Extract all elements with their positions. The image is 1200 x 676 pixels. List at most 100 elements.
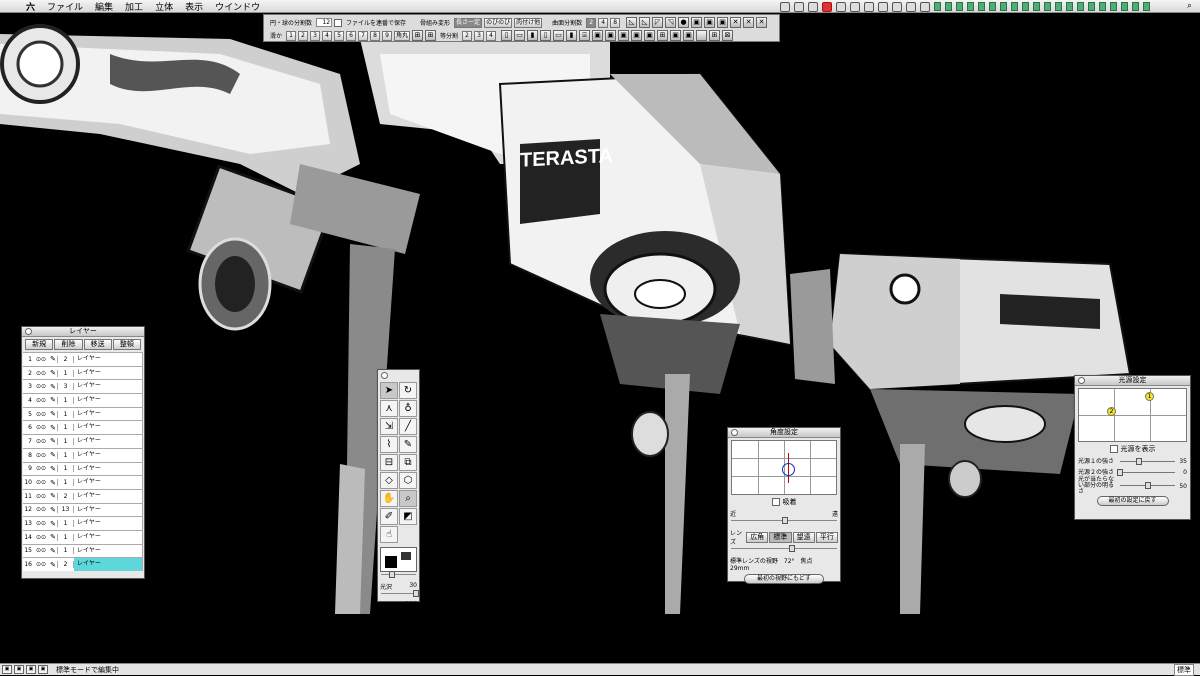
pencil-icon[interactable]: ✎ [49, 451, 57, 459]
pencil-icon[interactable]: ✎ [49, 424, 57, 432]
menu-window[interactable]: ウインドウ [209, 0, 266, 13]
path-icon[interactable]: ⌇ [380, 436, 398, 453]
bluetooth-icon[interactable] [864, 1, 874, 12]
brush-icon[interactable]: ✐ [380, 508, 398, 525]
space-indicator-icon[interactable] [1000, 2, 1007, 11]
gloss-slider-knob[interactable] [388, 571, 395, 578]
circle-div-input[interactable]: 12 [316, 18, 333, 27]
layer-name[interactable]: レイヤー [74, 462, 143, 476]
space-indicator-icon[interactable] [967, 2, 974, 11]
space-indicator-icon[interactable] [956, 2, 963, 11]
hand-icon[interactable]: ✋ [380, 490, 398, 507]
eye-icon[interactable]: ⊙⊙ [33, 370, 49, 377]
pencil-icon[interactable]: ✎ [49, 437, 57, 445]
pencil-icon[interactable]: ✎ [49, 533, 57, 541]
cylinder-render-icon[interactable]: ⌸ [579, 30, 591, 41]
menu-solid[interactable]: 立体 [149, 0, 179, 13]
light-bulb-icon[interactable]: 1 [1145, 392, 1154, 401]
move-layer-button[interactable]: 移送 [83, 339, 112, 350]
blank-tool-icon[interactable] [696, 30, 708, 41]
pencil-icon[interactable]: ✎ [49, 355, 57, 363]
lens-parallel-button[interactable]: 平行 [815, 531, 839, 543]
smooth-2-button[interactable]: 2 [298, 30, 309, 41]
layer-name[interactable]: レイヤー [74, 353, 143, 366]
pencil-icon[interactable]: ✎ [49, 410, 57, 418]
space-indicator-icon[interactable] [1066, 2, 1073, 11]
layer-row[interactable]: 3 ⊙⊙ ✎ 3 レイヤー [23, 379, 143, 394]
layer-row[interactable]: 9 ⊙⊙ ✎ 1 レイヤー [23, 461, 143, 476]
layer-name[interactable]: レイヤー [74, 421, 143, 435]
box-icon[interactable]: ◇ [380, 472, 398, 489]
grid-tool-icon[interactable]: ⊞ [657, 30, 669, 41]
layer-name[interactable]: レイヤー [74, 448, 143, 462]
menu-app[interactable]: 六 [20, 0, 41, 13]
snap-checkbox[interactable] [771, 498, 780, 506]
space-indicator-icon[interactable] [945, 2, 952, 11]
eye-icon[interactable]: ⊙⊙ [33, 561, 49, 568]
zoom-icon[interactable]: ⌕ [399, 490, 417, 507]
space-indicator-icon[interactable] [1110, 2, 1117, 11]
tray-app-icon[interactable] [822, 1, 832, 12]
layout-tool-icon[interactable]: ▯ [501, 30, 513, 41]
corner-round-button[interactable]: 角丸 [394, 30, 411, 41]
layers-panel-title[interactable]: レイヤー [22, 327, 144, 337]
smooth-5-button[interactable]: 5 [334, 30, 345, 41]
cube-render-icon[interactable]: ▣ [717, 17, 729, 28]
pencil-icon[interactable]: ✎ [49, 520, 57, 528]
light1-slider-knob[interactable] [1136, 457, 1143, 465]
cube-render-icon[interactable]: ▣ [670, 30, 682, 41]
layer-row[interactable]: 15 ⊙⊙ ✎ 1 レイヤー [23, 543, 143, 558]
eye-icon[interactable]: ⊙⊙ [33, 547, 49, 554]
close-icon[interactable] [731, 429, 738, 436]
wedge-tool-icon[interactable]: ◺ [639, 17, 651, 28]
cube-render-icon[interactable]: ▣ [704, 17, 716, 28]
bone-tool-icon[interactable]: ✕ [743, 17, 755, 28]
cube-render-icon[interactable]: ▣ [618, 30, 630, 41]
eye-icon[interactable]: ⊙⊙ [33, 520, 49, 527]
lens-wide-button[interactable]: 広角 [746, 531, 769, 543]
pencil-icon[interactable]: ✎ [49, 506, 57, 514]
wedge-tool-icon[interactable]: ◺ [626, 17, 638, 28]
pencil-icon[interactable]: ✎ [49, 369, 57, 377]
layer-row[interactable]: 16 ⊙⊙ ✎ 2 レイヤー [23, 557, 143, 571]
eyedropper-icon[interactable]: ✎ [399, 436, 417, 453]
tray-app-icon[interactable] [906, 1, 916, 12]
eye-icon[interactable]: ⊙⊙ [33, 506, 49, 513]
surface-div-8-button[interactable]: 8 [610, 17, 621, 28]
eye-icon[interactable]: ⊙⊙ [33, 383, 49, 390]
layer-row[interactable]: 12 ⊙⊙ ✎ 13 レイヤー [23, 502, 143, 517]
volume-icon[interactable] [878, 1, 888, 12]
cube-render-icon[interactable]: ▣ [691, 17, 703, 28]
mode-icon[interactable]: ▣ [26, 665, 36, 674]
layer-row[interactable]: 10 ⊙⊙ ✎ 1 レイヤー [23, 475, 143, 489]
layer-name[interactable]: レイヤー [74, 489, 143, 503]
fov-slider-knob[interactable] [789, 545, 796, 552]
angle-y-value[interactable]: 26 [792, 586, 800, 595]
shade-slider-knob[interactable] [1144, 482, 1151, 489]
layer-row[interactable]: 6 ⊙⊙ ✎ 1 レイヤー [23, 420, 143, 435]
cube-render-icon[interactable]: ▣ [683, 30, 695, 41]
layer-name[interactable]: レイヤー [74, 558, 143, 571]
extrude-icon[interactable]: ⊟ [380, 454, 398, 471]
angle-z-value[interactable]: 0 [816, 586, 820, 595]
menu-process[interactable]: 加工 [119, 0, 149, 13]
space-indicator-icon[interactable] [1011, 2, 1018, 11]
smooth-6-button[interactable]: 6 [346, 30, 357, 41]
light-bulb-icon[interactable]: 2 [1107, 407, 1116, 416]
wedge-tool-icon[interactable]: ◹ [665, 17, 677, 28]
shade-slider[interactable] [1120, 482, 1175, 489]
bone-mode-fixed-button[interactable]: 長さ一定 [454, 17, 483, 28]
smooth-4-button[interactable]: 4 [322, 30, 333, 41]
smooth-9-button[interactable]: 9 [382, 30, 393, 41]
grid-tool-icon[interactable]: ⊠ [722, 30, 734, 41]
spotlight-search-icon[interactable]: ⌕ [1187, 1, 1192, 11]
eye-icon[interactable]: ⊙⊙ [33, 465, 49, 472]
surface-div-4-button[interactable]: 4 [598, 17, 609, 28]
reset-fov-button[interactable]: 最初の視野にもどす [744, 574, 824, 584]
cube-render-icon[interactable]: ▣ [644, 30, 656, 41]
layer-row[interactable]: 5 ⊙⊙ ✎ 1 レイヤー [23, 406, 143, 421]
bone-mode-flesh-button[interactable]: 肉付け他 [514, 17, 543, 28]
tray-app-icon[interactable] [808, 1, 818, 12]
lens-tele-button[interactable]: 望遠 [792, 531, 815, 543]
pointer-hand-icon[interactable]: ☝ [380, 526, 398, 543]
